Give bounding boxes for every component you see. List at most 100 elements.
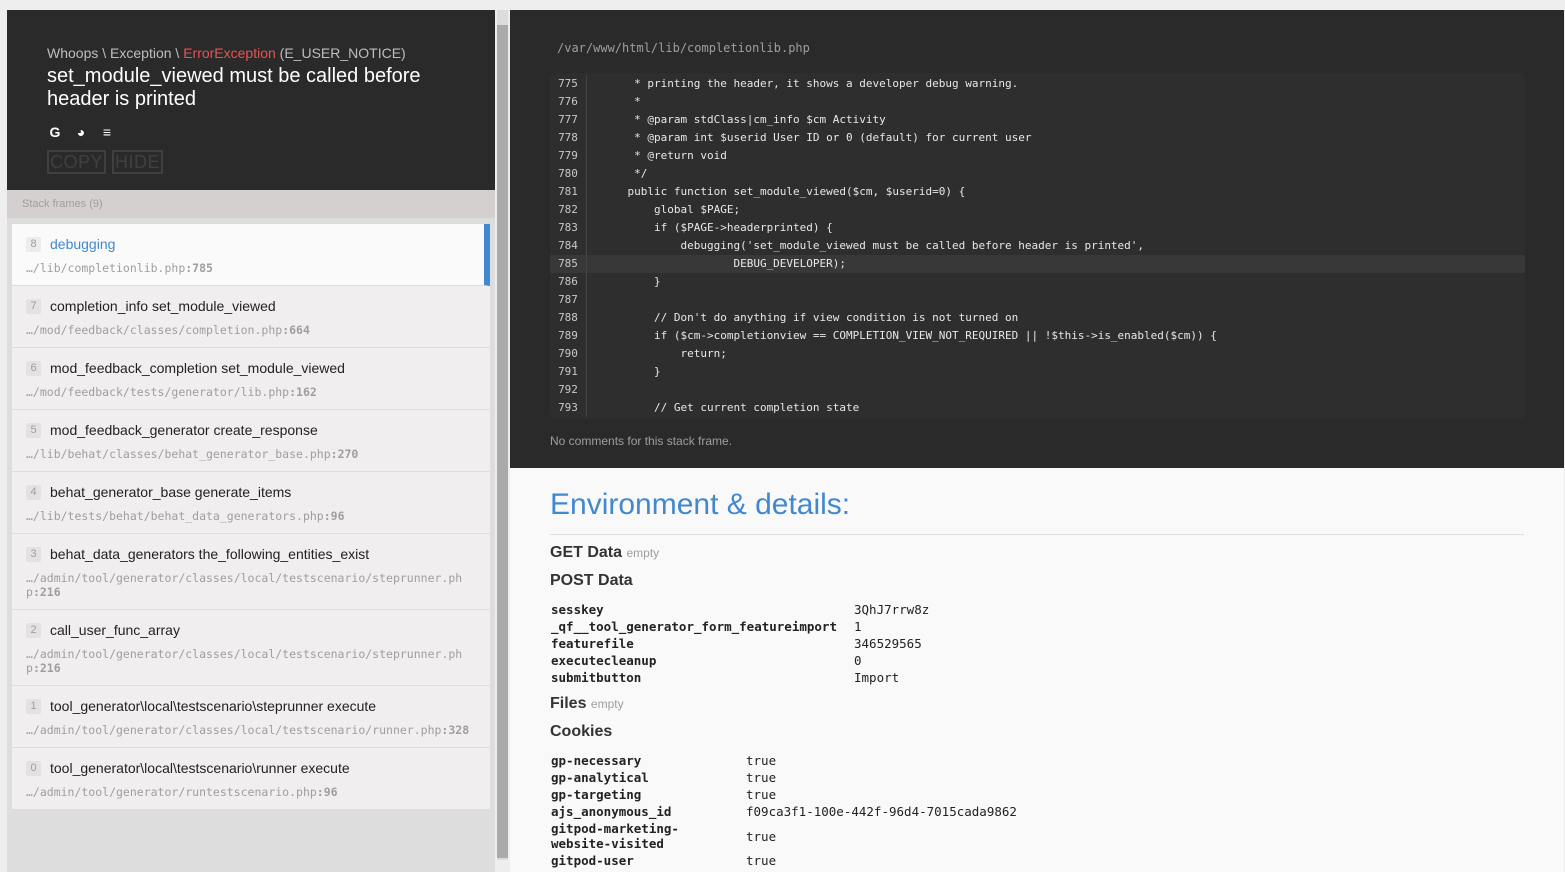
kv-row: gp-targeting true xyxy=(551,787,776,802)
line-text: * xyxy=(601,95,641,108)
kv-row: gp-analytical true xyxy=(551,770,776,785)
line-text: debugging('set_module_viewed must be cal… xyxy=(601,239,1145,252)
line-number: 790 xyxy=(550,345,587,363)
frame-path: …/mod/feedback/tests/generator/lib.php xyxy=(26,385,290,399)
scrollbar-thumb[interactable] xyxy=(497,25,508,858)
code-line: 778 * @param int $userid User ID or 0 (d… xyxy=(550,129,1525,147)
kv-row: featurefile 346529565 xyxy=(551,636,922,651)
code-block: 775 * printing the header, it shows a de… xyxy=(550,73,1525,419)
line-text: if ($PAGE->headerprinted) { xyxy=(601,221,833,234)
kv-row: gitpod-marketing-website-visited true xyxy=(551,821,776,851)
kv-value: true xyxy=(746,853,777,868)
line-text: DEBUG_DEVELOPER); xyxy=(601,257,847,270)
divider xyxy=(550,534,1524,535)
kv-row: submitbutton Import xyxy=(551,670,899,685)
post-data-heading: POST Data xyxy=(550,572,633,589)
kv-value: Import xyxy=(854,670,900,685)
kv-row: ajs_anonymous_id f09ca3f1-100e-442f-96d4-… xyxy=(551,804,1017,819)
search-icons: G ◕ ≡ xyxy=(47,123,495,141)
kv-row: _qf__tool_generator_form_featureimport 1 xyxy=(551,619,862,634)
line-number: 789 xyxy=(550,327,587,345)
code-line: 777 * @param stdClass|cm_info $cm Activi… xyxy=(550,111,1525,129)
frame-path: …/admin/tool/generator/classes/local/tes… xyxy=(26,723,442,737)
frame-function: completion_info set_module_viewed xyxy=(50,298,276,314)
frame-index: 4 xyxy=(26,484,41,500)
frame-path: …/admin/tool/generator/classes/local/tes… xyxy=(26,571,463,599)
exception-title: Whoops \ Exception \ ErrorException (E_U… xyxy=(47,10,495,61)
line-number: 785 xyxy=(550,255,587,273)
line-text: global $PAGE; xyxy=(601,203,741,216)
frame-line: :328 xyxy=(441,723,470,737)
frame-index: 0 xyxy=(26,760,41,776)
code-line: 787 xyxy=(550,291,1525,309)
kv-value: 0 xyxy=(854,653,862,668)
code-line: 790 return; xyxy=(550,345,1525,363)
line-text: * @param int $userid User ID or 0 (defau… xyxy=(601,131,1032,144)
frame-file: …/admin/tool/generator/classes/local/tes… xyxy=(26,723,476,737)
kv-key: submitbutton xyxy=(551,670,642,685)
frame-index: 6 xyxy=(26,360,41,376)
code-line: 793 // Get current completion state xyxy=(550,399,1525,417)
code-panel: /var/www/html/lib/completionlib.php 775 … xyxy=(510,10,1564,468)
header-buttons: COPY HIDE xyxy=(47,150,495,174)
left-panel: Whoops \ Exception \ ErrorException (E_U… xyxy=(7,10,495,872)
copy-button[interactable]: COPY xyxy=(47,150,107,174)
line-number: 786 xyxy=(550,273,587,291)
kv-value: 346529565 xyxy=(854,636,922,651)
stack-frame[interactable]: 3 behat_data_generators the_following_ent… xyxy=(12,534,490,610)
code-line: 780 */ xyxy=(550,165,1525,183)
kv-key: sesskey xyxy=(551,602,604,617)
hide-button[interactable]: HIDE xyxy=(112,150,164,174)
stack-frame[interactable]: 6 mod_feedback_completion set_module_view… xyxy=(12,348,490,410)
line-text: if ($cm->completionview == COMPLETION_VI… xyxy=(601,329,1217,342)
code-line: 786 } xyxy=(550,273,1525,291)
frame-line: :162 xyxy=(289,385,317,399)
stack-frame[interactable]: 2 call_user_func_array …/admin/tool/genera… xyxy=(12,610,490,686)
stackoverflow-icon[interactable]: ≡ xyxy=(99,124,115,140)
line-number: 775 xyxy=(550,75,587,93)
frame-title: 7 completion_info set_module_viewed xyxy=(26,298,476,314)
frame-path: …/admin/tool/generator/runtestscenario.p… xyxy=(26,785,317,799)
google-icon[interactable]: G xyxy=(47,124,63,140)
frame-path: …/lib/behat/classes/behat_generator_base… xyxy=(26,447,331,461)
line-number: 780 xyxy=(550,165,587,183)
frame-title: 8 debugging xyxy=(26,236,470,252)
stack-frame[interactable]: 1 tool_generator\local\testscenario\stepr… xyxy=(12,686,490,748)
line-number: 784 xyxy=(550,237,587,255)
stack-frame[interactable]: 4 behat_generator_base generate_items …/li… xyxy=(12,472,490,534)
line-number: 793 xyxy=(550,399,587,417)
frame-line: :785 xyxy=(185,261,213,275)
frame-line: :96 xyxy=(316,785,338,799)
kv-row: gp-necessary true xyxy=(551,753,776,768)
frame-function: behat_generator_base generate_items xyxy=(50,484,292,500)
frame-function: call_user_func_array xyxy=(50,622,180,638)
kv-key: gitpod-marketing-website-visited xyxy=(551,821,679,851)
line-text: // Don't do anything if view condition i… xyxy=(601,311,1019,324)
frame-line: :270 xyxy=(330,447,359,461)
frame-path: …/lib/completionlib.php xyxy=(26,261,186,275)
line-text xyxy=(587,381,601,399)
code-line: 782 global $PAGE; xyxy=(550,201,1525,219)
stack-frame[interactable]: 5 mod_feedback_generator create_response …… xyxy=(12,410,490,472)
kv-row: gitpod-user true xyxy=(551,853,776,868)
kv-key: gp-targeting xyxy=(551,787,642,802)
frame-file: …/lib/behat/classes/behat_generator_base… xyxy=(26,447,476,461)
line-number: 788 xyxy=(550,309,587,327)
stack-frame[interactable]: 0 tool_generator\local\testscenario\runne… xyxy=(12,748,490,810)
stack-frames-list: 8 debugging …/lib/completionlib.php:785 7 co… xyxy=(12,224,490,810)
kv-value: 1 xyxy=(854,619,862,634)
duckduckgo-icon[interactable]: ◕ xyxy=(73,124,89,140)
line-number: 776 xyxy=(550,93,587,111)
stack-frame[interactable]: 8 debugging …/lib/completionlib.php:785 xyxy=(12,224,490,286)
stack-frame[interactable]: 7 completion_info set_module_viewed …/mod/… xyxy=(12,286,490,348)
code-line: 791 } xyxy=(550,363,1525,381)
frame-file: …/lib/tests/behat/behat_data_generators.… xyxy=(26,509,476,523)
frame-file: …/admin/tool/generator/classes/local/tes… xyxy=(26,571,476,599)
line-number: 781 xyxy=(550,183,587,201)
line-text: * printing the header, it shows a develo… xyxy=(601,77,1019,90)
kv-value: true xyxy=(746,753,777,768)
code-line: 785 DEBUG_DEVELOPER); xyxy=(550,255,1525,273)
code-line: 789 if ($cm->completionview == COMPLETIO… xyxy=(550,327,1525,345)
line-text xyxy=(587,291,601,309)
line-number: 777 xyxy=(550,111,587,129)
